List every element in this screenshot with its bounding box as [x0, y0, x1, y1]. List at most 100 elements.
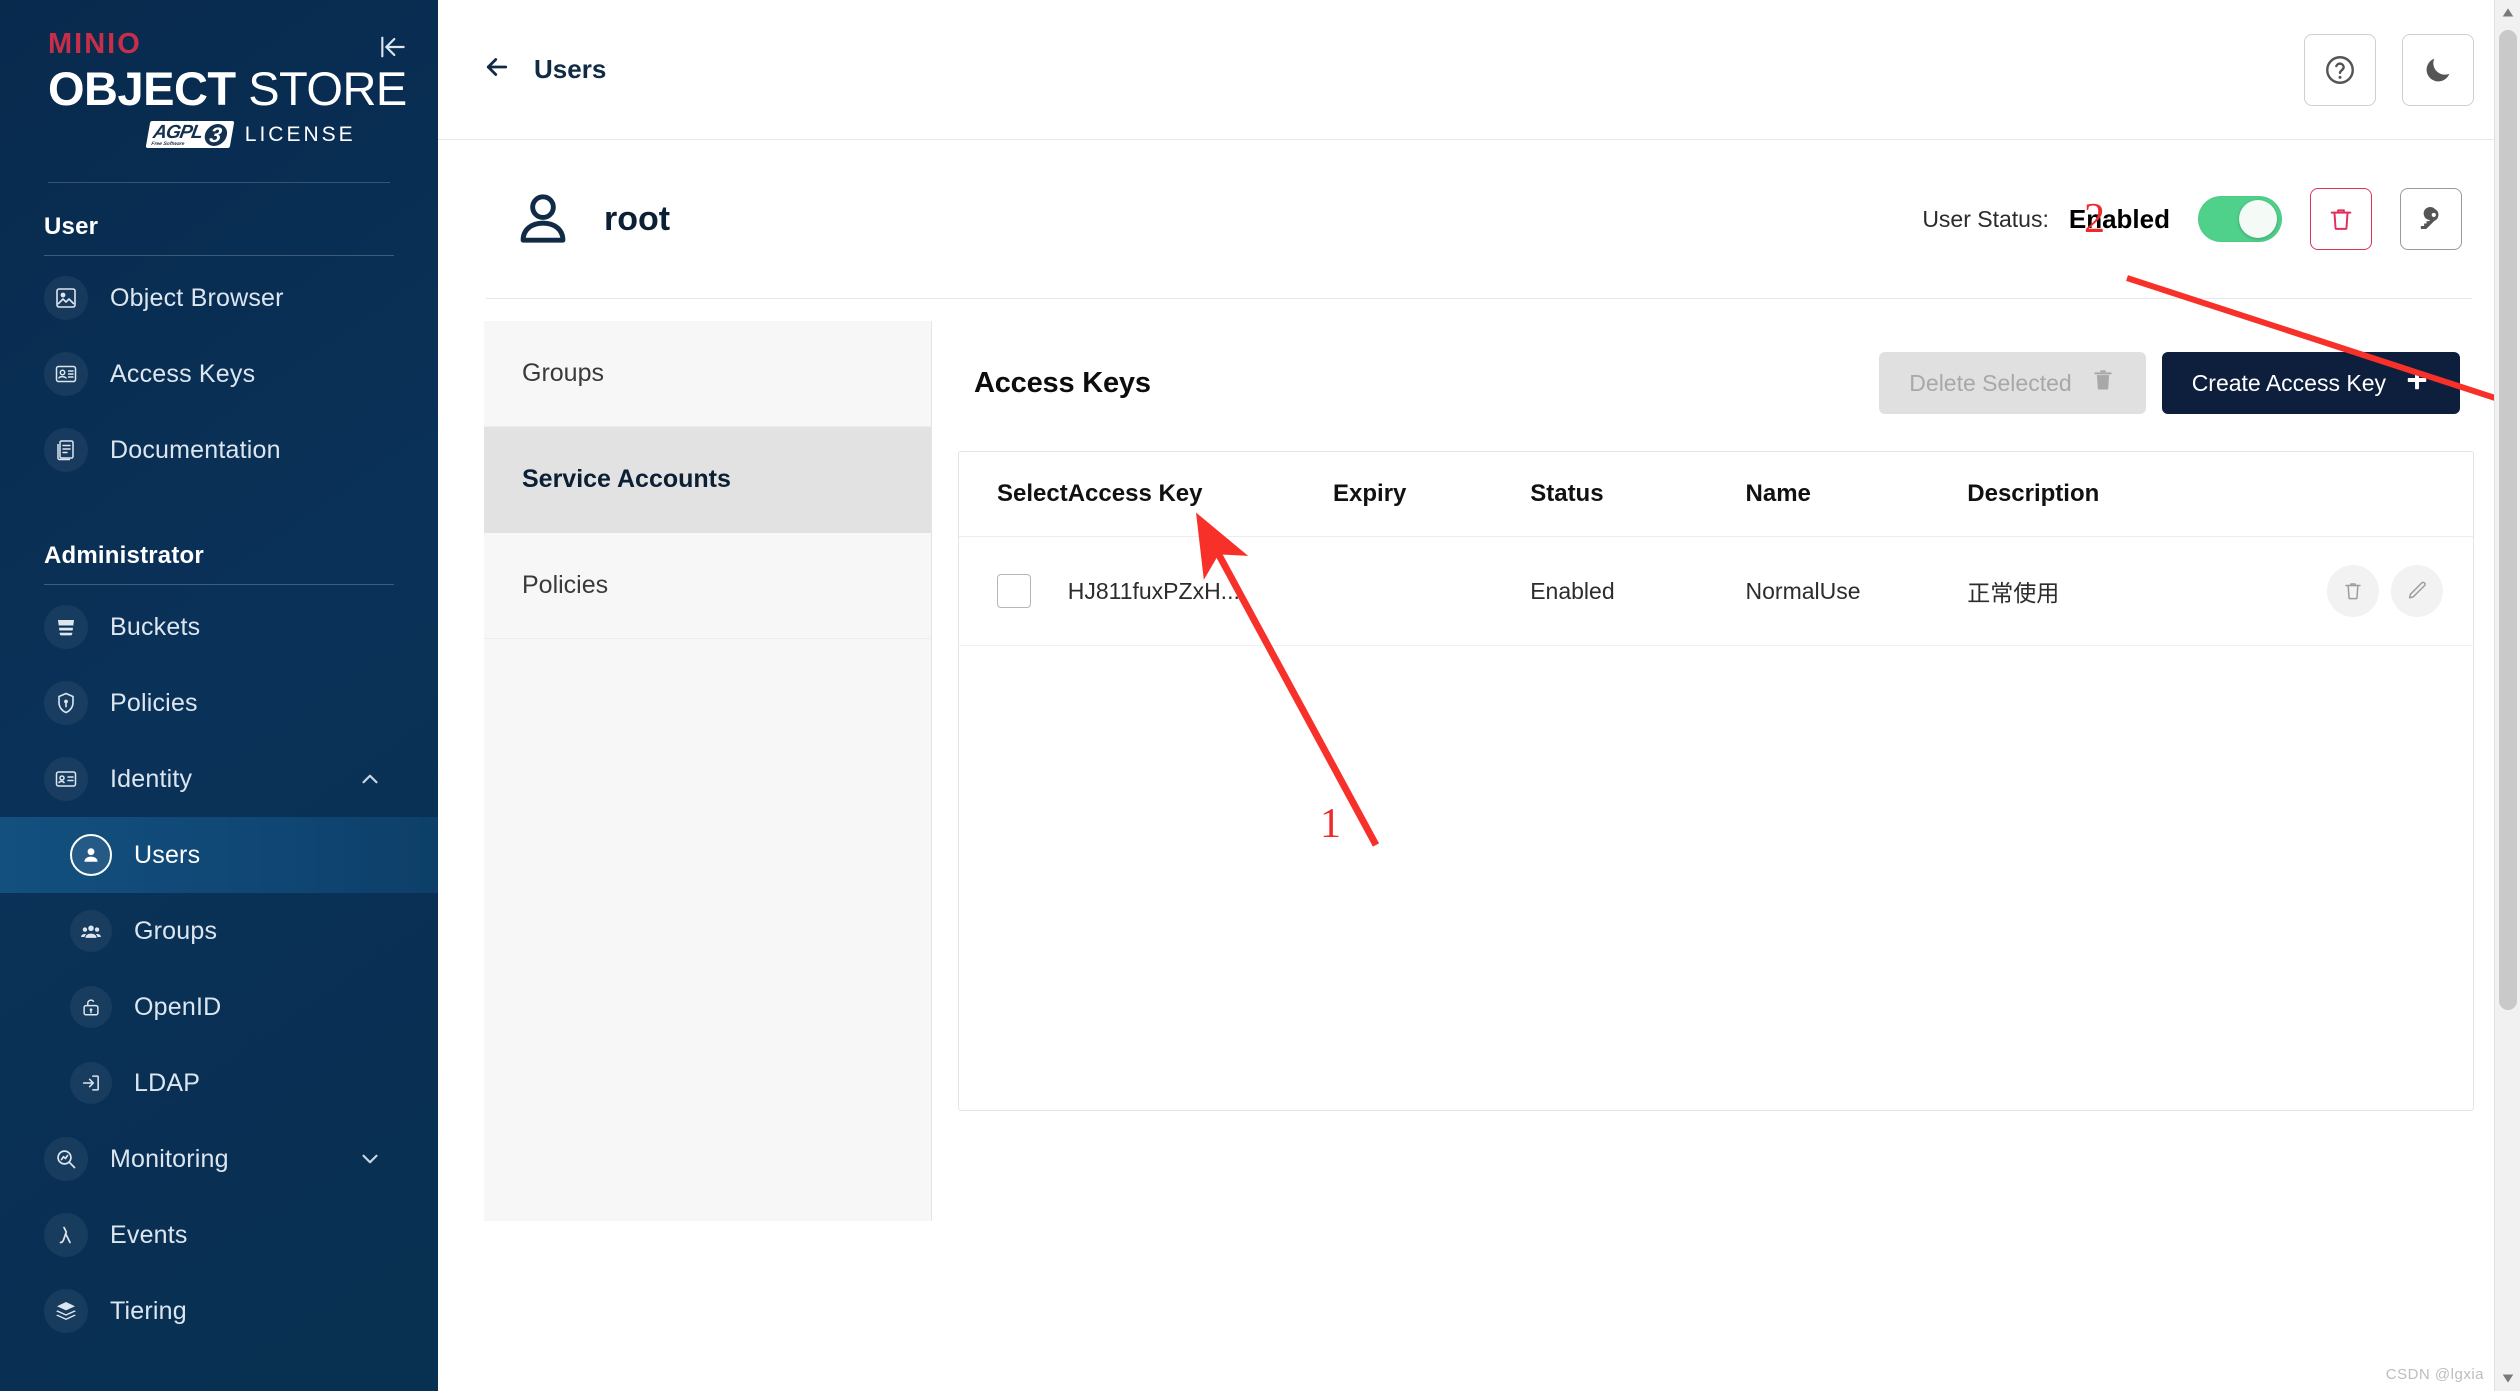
sidebar: MINIO OBJECT STORE AGPL Free Software 3 …	[0, 0, 438, 1391]
sidebar-section-rule-admin	[44, 584, 394, 585]
delete-user-button[interactable]	[2310, 188, 2372, 250]
column-header-description: Description	[1967, 452, 2327, 537]
row-description: 正常使用	[1967, 536, 2327, 646]
sidebar-item-users[interactable]: Users	[0, 817, 438, 893]
scroll-up-arrow-icon[interactable]	[2495, 0, 2520, 26]
access-keys-header: Access Keys Delete Selected Create Acces…	[958, 331, 2474, 435]
access-keys-icon	[44, 352, 88, 396]
sidebar-item-ldap[interactable]: LDAP	[0, 1045, 438, 1121]
scrollbar-thumb[interactable]	[2499, 30, 2517, 1010]
table-head: Select Access Key Expiry Status Name Des…	[959, 452, 2473, 537]
main-area: Users root User Status: Enabled Groups S…	[438, 0, 2520, 1391]
user-avatar-icon	[512, 188, 574, 250]
sidebar-item-events[interactable]: Events	[0, 1197, 438, 1273]
monitoring-icon	[44, 1137, 88, 1181]
row-checkbox[interactable]	[997, 574, 1031, 608]
sidebar-item-identity[interactable]: Identity	[0, 741, 438, 817]
row-delete-button[interactable]	[2327, 565, 2379, 617]
watermark: CSDN @lgxia	[2385, 1366, 2484, 1383]
identity-card-icon	[44, 757, 88, 801]
policy-lock-icon	[44, 681, 88, 725]
tiering-layers-icon	[44, 1289, 88, 1333]
user-status-label: User Status:	[1922, 205, 2049, 232]
sidebar-section-user-label: User	[44, 213, 99, 240]
row-access-key: HJ811fuxPZxH...	[1067, 536, 1334, 646]
product-name-light: STORE	[248, 62, 407, 115]
sidebar-item-access-keys-label: Access Keys	[110, 359, 256, 388]
delete-selected-button[interactable]: Delete Selected	[1879, 352, 2146, 414]
sidebar-item-groups[interactable]: Groups	[0, 893, 438, 969]
sidebar-item-tiering[interactable]: Tiering	[0, 1273, 438, 1349]
row-status: Enabled	[1530, 536, 1746, 646]
minio-wordmark-text: MINIO	[48, 28, 142, 60]
sidebar-item-buckets[interactable]: Buckets	[0, 589, 438, 665]
breadcrumb-label: Users	[534, 54, 607, 84]
change-password-button[interactable]	[2400, 188, 2462, 250]
ldap-login-icon	[70, 1062, 112, 1104]
tab-groups[interactable]: Groups	[484, 321, 931, 427]
help-circle-icon[interactable]	[2304, 33, 2376, 106]
tab-service-accounts-label: Service Accounts	[522, 465, 731, 493]
page-title: root	[604, 199, 671, 238]
annotation-number-2: 2	[2084, 196, 2105, 242]
sidebar-section-rule	[44, 255, 394, 256]
dark-mode-moon-icon[interactable]	[2402, 33, 2474, 106]
sidebar-item-documentation[interactable]: Documentation	[0, 412, 438, 488]
header-divider	[486, 298, 2472, 299]
product-name: OBJECT STORE	[48, 65, 438, 112]
sidebar-item-monitoring[interactable]: Monitoring	[0, 1121, 438, 1197]
agpl-version: 3	[202, 124, 229, 147]
openid-lock-icon	[70, 986, 112, 1028]
user-header: root User Status: Enabled	[484, 140, 2474, 298]
create-access-key-button[interactable]: Create Access Key	[2161, 352, 2460, 414]
sidebar-item-tiering-label: Tiering	[110, 1296, 187, 1325]
sidebar-item-access-keys[interactable]: Access Keys	[0, 336, 438, 412]
sidebar-item-policies[interactable]: Policies	[0, 665, 438, 741]
sidebar-item-openid[interactable]: OpenID	[0, 969, 438, 1045]
vertical-tabs: Groups Service Accounts Policies	[484, 321, 932, 1221]
user-status-area: User Status: Enabled	[1922, 188, 2474, 250]
sidebar-item-groups-label: Groups	[134, 916, 218, 945]
table-body: HJ811fuxPZxH... Enabled NormalUse 正常使用	[959, 536, 2473, 646]
object-browser-icon	[44, 276, 88, 320]
tab-policies-label: Policies	[522, 571, 609, 599]
sidebar-item-documentation-label: Documentation	[110, 435, 281, 464]
column-header-status: Status	[1530, 452, 1746, 537]
sidebar-item-buckets-label: Buckets	[110, 612, 201, 641]
row-expiry	[1333, 536, 1531, 646]
toggle-knob	[2239, 200, 2277, 238]
access-keys-table: Select Access Key Expiry Status Name Des…	[959, 452, 2473, 646]
tab-service-accounts[interactable]: Service Accounts	[484, 427, 931, 533]
topbar-actions	[2304, 33, 2474, 106]
agpl-badge-icon: AGPL Free Software 3	[145, 121, 235, 148]
sidebar-item-object-browser[interactable]: Object Browser	[0, 260, 438, 336]
chevron-up-icon[interactable]	[357, 766, 383, 792]
access-keys-title: Access Keys	[974, 366, 1151, 399]
column-header-name: Name	[1745, 452, 1968, 537]
row-edit-button[interactable]	[2391, 565, 2443, 617]
minio-console-window: MINIO OBJECT STORE AGPL Free Software 3 …	[0, 0, 2520, 1391]
access-keys-actions: Delete Selected Create Access Key	[1879, 352, 2460, 414]
product-name-bold: OBJECT	[48, 62, 236, 115]
annotation-number-1: 1	[1320, 801, 1341, 847]
documentation-icon	[44, 428, 88, 472]
agpl-text: AGPL	[151, 122, 204, 143]
scroll-down-arrow-icon[interactable]	[2495, 1365, 2520, 1391]
sidebar-item-object-browser-label: Object Browser	[110, 283, 284, 312]
column-header-expiry: Expiry	[1333, 452, 1531, 537]
breadcrumb[interactable]: Users	[482, 52, 606, 87]
chevron-down-icon[interactable]	[357, 1146, 383, 1172]
back-arrow-icon[interactable]	[482, 52, 512, 87]
user-status-toggle[interactable]	[2198, 196, 2282, 242]
table-header-row: Select Access Key Expiry Status Name Des…	[959, 452, 2473, 537]
vertical-scrollbar[interactable]	[2494, 0, 2520, 1391]
sidebar-item-monitoring-label: Monitoring	[110, 1144, 229, 1173]
row-actions-cell	[2327, 536, 2473, 646]
create-access-key-label: Create Access Key	[2191, 369, 2386, 396]
table-row[interactable]: HJ811fuxPZxH... Enabled NormalUse 正常使用	[959, 536, 2473, 646]
collapse-sidebar-icon[interactable]	[376, 30, 410, 64]
lambda-icon	[44, 1213, 88, 1257]
row-name: NormalUse	[1745, 536, 1968, 646]
sidebar-section-administrator-label: Administrator	[44, 542, 204, 569]
tab-policies[interactable]: Policies	[484, 533, 931, 639]
